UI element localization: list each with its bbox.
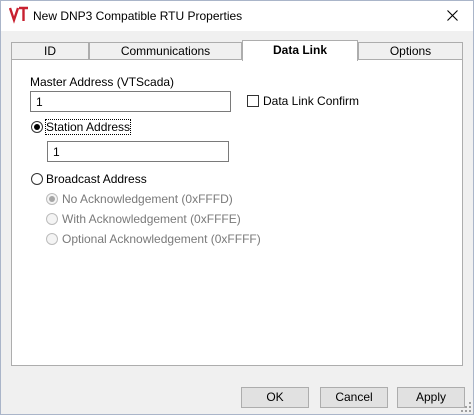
- title-bar: New DNP3 Compatible RTU Properties: [1, 1, 473, 31]
- close-icon: [447, 10, 458, 21]
- with-ack-label: With Acknowledgement (0xFFFE): [62, 212, 241, 226]
- tab-strip: ID Communications Data Link Options: [11, 40, 463, 61]
- optional-ack-radio[interactable]: [46, 233, 58, 245]
- tab-data-link[interactable]: Data Link: [242, 40, 358, 61]
- station-address-input[interactable]: 1: [47, 141, 229, 162]
- master-address-label: Master Address (VTScada): [30, 75, 175, 89]
- broadcast-address-label: Broadcast Address: [46, 172, 147, 186]
- window-title: New DNP3 Compatible RTU Properties: [33, 9, 243, 23]
- data-link-confirm-label: Data Link Confirm: [263, 94, 360, 108]
- tab-id[interactable]: ID: [11, 42, 89, 60]
- tab-options[interactable]: Options: [358, 42, 463, 60]
- data-link-confirm-checkbox[interactable]: [247, 95, 259, 107]
- station-address-label: Station Address: [44, 119, 132, 135]
- cancel-button[interactable]: Cancel: [320, 387, 388, 408]
- vtscada-logo-icon: [9, 6, 28, 24]
- no-ack-label: No Acknowledgement (0xFFFD): [62, 192, 233, 206]
- no-ack-radio[interactable]: [46, 193, 58, 205]
- properties-dialog: New DNP3 Compatible RTU Properties ID Co…: [0, 0, 474, 415]
- close-button[interactable]: [439, 5, 467, 27]
- optional-ack-label: Optional Acknowledgement (0xFFFF): [62, 232, 261, 246]
- apply-button[interactable]: Apply: [397, 387, 465, 408]
- resize-grip-icon[interactable]: [461, 402, 471, 412]
- broadcast-address-radio[interactable]: [31, 173, 43, 185]
- station-address-radio[interactable]: [31, 121, 43, 133]
- with-ack-radio[interactable]: [46, 213, 58, 225]
- master-address-input[interactable]: 1: [30, 91, 231, 112]
- tab-communications[interactable]: Communications: [89, 42, 242, 60]
- ok-button[interactable]: OK: [241, 387, 309, 408]
